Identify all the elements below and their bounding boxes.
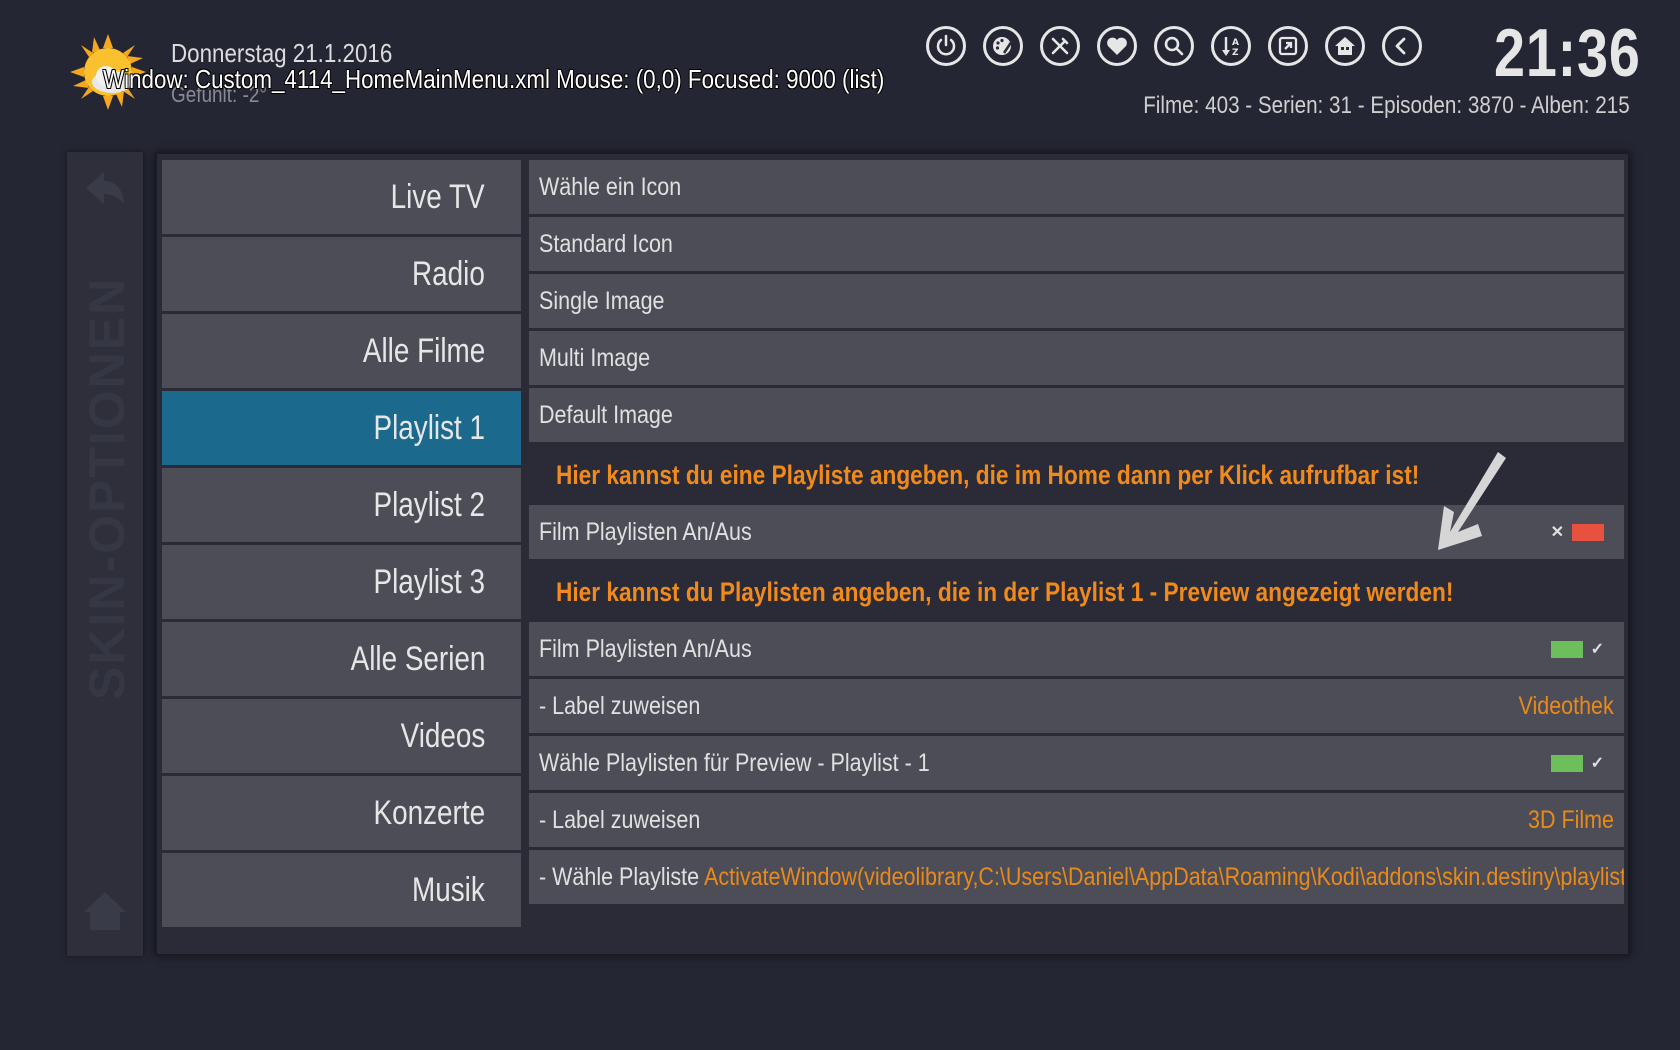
option-label: - Label zuweisen: [539, 805, 701, 834]
annotation-arrow-icon: [1438, 452, 1506, 550]
option-default-image[interactable]: Default Image: [529, 388, 1624, 445]
menu-item-label: Radio: [412, 254, 485, 293]
menu-item-playlist-1[interactable]: Playlist 1: [162, 391, 521, 468]
menu-item-label: Musik: [412, 870, 485, 909]
menu-item-alle-serien[interactable]: Alle Serien: [162, 622, 521, 699]
option-choose-icon[interactable]: Wähle ein Icon: [529, 160, 1624, 217]
toggle-off-indicator: [1572, 523, 1604, 541]
info-text: Hier kannst du Playlisten angeben, die i…: [556, 576, 1454, 607]
option-multi-image[interactable]: Multi Image: [529, 331, 1624, 388]
sort-az-icon[interactable]: AZ: [1211, 26, 1251, 66]
menu-item-playlist-2[interactable]: Playlist 2: [162, 468, 521, 545]
open-window-icon[interactable]: [1268, 26, 1308, 66]
home-menu-list: Live TV Radio Alle Filme Playlist 1 Play…: [162, 160, 521, 948]
toggle-on-indicator: [1550, 754, 1583, 772]
option-label: Standard Icon: [539, 229, 673, 258]
option-film-playlists-toggle-2[interactable]: Film Playlisten An/Aus ✓: [529, 622, 1624, 679]
x-icon: ✕: [1550, 524, 1564, 541]
option-label: Wähle Playlisten für Preview - Playlist …: [539, 748, 930, 777]
option-label: Wähle ein Icon: [539, 172, 682, 201]
menu-item-label: Playlist 2: [373, 485, 485, 524]
menu-item-playlist-3[interactable]: Playlist 3: [162, 545, 521, 622]
option-label: Multi Image: [539, 343, 651, 372]
svg-text:A: A: [1232, 38, 1239, 48]
menu-item-konzerte[interactable]: Konzerte: [162, 776, 521, 853]
back-arrow-icon[interactable]: [82, 168, 128, 214]
svg-text:Z: Z: [1232, 48, 1239, 58]
toggle-on-indicator: [1550, 640, 1583, 658]
favourites-icon[interactable]: [1097, 26, 1137, 66]
menu-item-label: Playlist 1: [373, 408, 485, 447]
menu-item-musik[interactable]: Musik: [162, 853, 521, 930]
option-label: Default Image: [539, 400, 673, 429]
debug-overlay: Window: Custom_4114_HomeMainMenu.xml Mou…: [103, 64, 885, 94]
menu-item-label: Konzerte: [373, 793, 485, 832]
option-single-image[interactable]: Single Image: [529, 274, 1624, 331]
back-icon[interactable]: [1382, 26, 1422, 66]
checkmark-icon: ✓: [1590, 755, 1604, 772]
menu-item-label: Playlist 3: [373, 562, 485, 601]
info-text: Hier kannst du eine Playliste angeben, d…: [556, 459, 1420, 490]
toggle-on[interactable]: ✓: [1550, 753, 1604, 773]
top-toolbar: AZ: [926, 26, 1422, 66]
skin-settings-icon[interactable]: [983, 26, 1023, 66]
option-value: 3D Filme: [1527, 805, 1614, 834]
option-label-assign-1[interactable]: - Label zuweisen Videothek: [529, 679, 1624, 736]
menu-item-live-tv[interactable]: Live TV: [162, 160, 521, 237]
menu-item-label: Alle Serien: [350, 639, 485, 678]
option-value: Videothek: [1518, 691, 1614, 720]
option-label: Single Image: [539, 286, 665, 315]
option-label: - Wähle Playliste: [539, 862, 700, 891]
option-standard-icon[interactable]: Standard Icon: [529, 217, 1624, 274]
option-label: - Label zuweisen: [539, 691, 701, 720]
menu-item-radio[interactable]: Radio: [162, 237, 521, 314]
tools-icon[interactable]: [1040, 26, 1080, 66]
info-text-preview-playlists: Hier kannst du Playlisten angeben, die i…: [529, 562, 1624, 622]
option-choose-playlist[interactable]: - Wähle Playliste ActivateWindow(videoli…: [529, 850, 1624, 907]
library-stats: Filme: 403 - Serien: 31 - Episoden: 3870…: [1143, 92, 1630, 119]
option-label: Film Playlisten An/Aus: [539, 517, 752, 546]
option-label-assign-2[interactable]: - Label zuweisen 3D Filme: [529, 793, 1624, 850]
option-value: ActivateWindow(videolibrary,C:\Users\Dan…: [704, 862, 1624, 891]
option-label: Film Playlisten An/Aus: [539, 634, 752, 663]
toggle-on[interactable]: ✓: [1550, 639, 1604, 659]
menu-item-alle-filme[interactable]: Alle Filme: [162, 314, 521, 391]
menu-item-label: Alle Filme: [362, 331, 485, 370]
search-icon[interactable]: [1154, 26, 1194, 66]
menu-item-videos[interactable]: Videos: [162, 699, 521, 776]
menu-item-label: Live TV: [390, 177, 485, 216]
checkmark-icon: ✓: [1590, 641, 1604, 658]
toggle-off[interactable]: ✕: [1551, 522, 1604, 542]
option-preview-playlists-toggle[interactable]: Wähle Playlisten für Preview - Playlist …: [529, 736, 1624, 793]
home-icon[interactable]: [82, 888, 128, 934]
clock: 21:36: [1494, 15, 1641, 91]
menu-item-label: Videos: [400, 716, 485, 755]
home-screen-icon[interactable]: [1325, 26, 1365, 66]
power-icon[interactable]: [926, 26, 966, 66]
sidebar-title: SKIN-OPTIONEN: [78, 277, 136, 700]
